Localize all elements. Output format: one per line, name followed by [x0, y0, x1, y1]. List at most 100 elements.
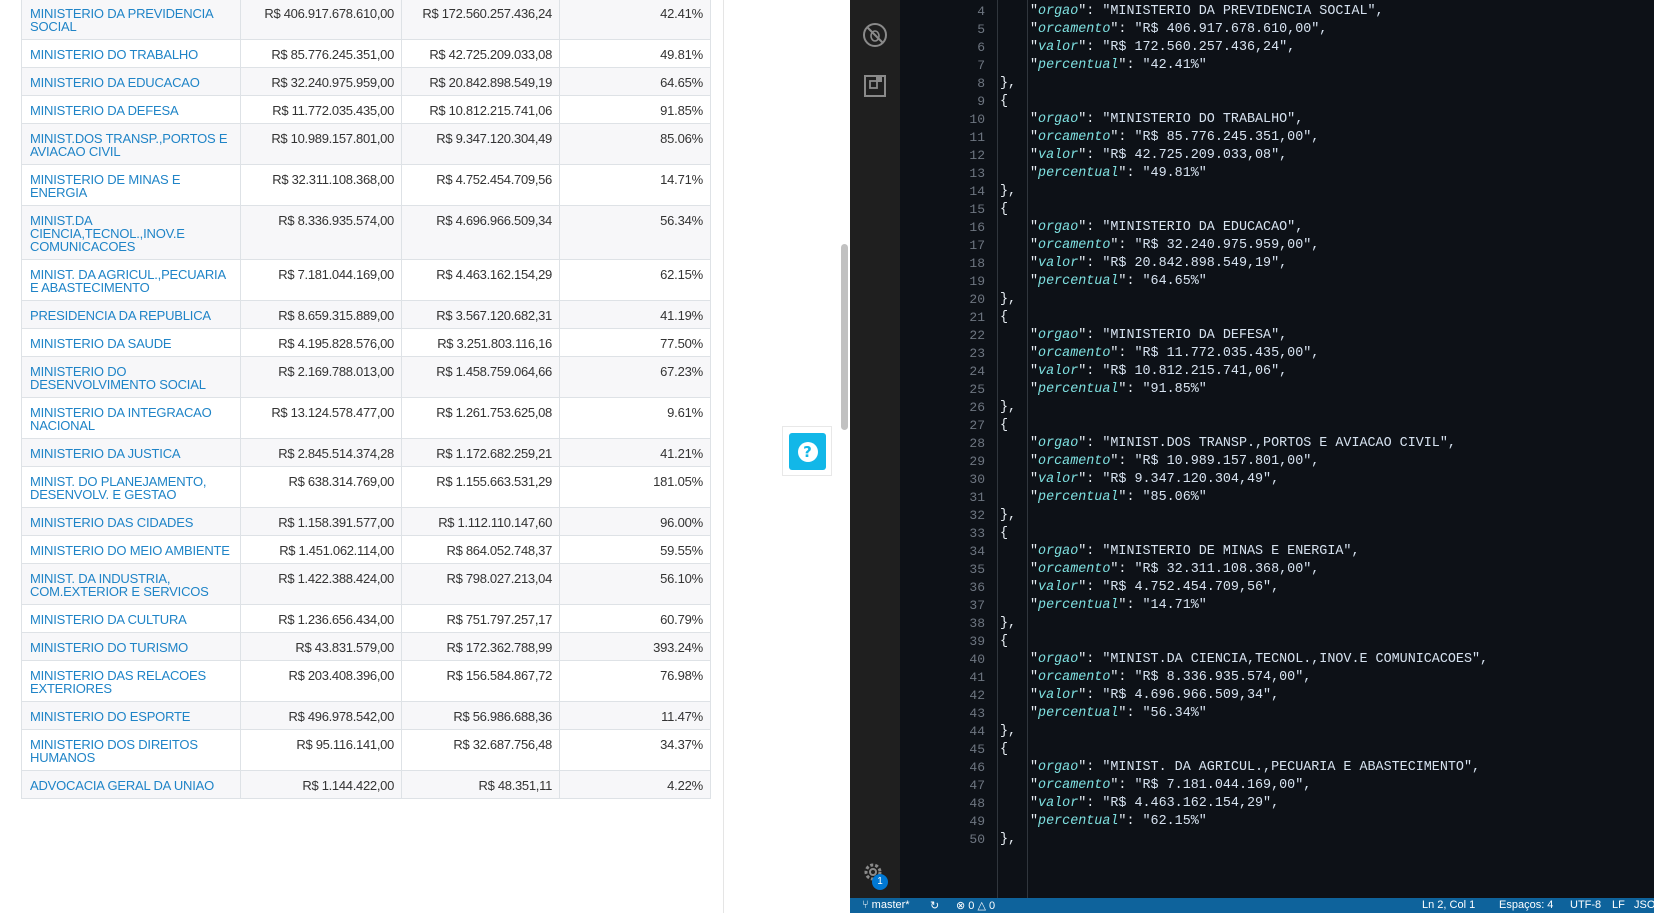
no-bug-icon[interactable] [862, 22, 888, 48]
line-number: 18 [969, 256, 985, 271]
orgao-link[interactable]: MINIST. DA INDUSTRIA, COM.EXTERIOR E SER… [22, 563, 241, 605]
code-line: "orgao": "MINISTERIO DE MINAS E ENERGIA"… [1030, 544, 1360, 559]
code-line: "valor": "R$ 172.560.257.436,24", [1030, 40, 1296, 55]
line-number: 35 [969, 562, 985, 577]
line-number: 43 [969, 706, 985, 721]
sync-icon[interactable]: ↻ [930, 899, 939, 912]
line-number: 15 [969, 202, 985, 217]
orgao-link[interactable]: MINIST. DA AGRICUL.,PECUARIA E ABASTECIM… [22, 259, 241, 301]
language-mode[interactable]: JSON [1634, 899, 1654, 911]
orgao-link[interactable]: MINIST. DO PLANEJAMENTO, DESENVOLV. E GE… [22, 466, 241, 508]
orcamento-cell: R$ 8.659.315.889,00 [240, 300, 402, 329]
line-number: 31 [969, 490, 985, 505]
json-key: orgao [1038, 760, 1079, 775]
code-line: "orgao": "MINISTERIO DA PREVIDENCIA SOCI… [1030, 4, 1384, 19]
line-number: 21 [969, 310, 985, 325]
json-key: orcamento [1038, 22, 1111, 37]
orgao-link[interactable]: MINISTERIO DA DEFESA [22, 95, 241, 124]
table-row: MINISTERIO DO TURISMO R$ 43.831.579,00 R$ … [22, 632, 710, 661]
json-key: orcamento [1038, 778, 1111, 793]
json-value: "R$ 406.917.678.610,00", [1134, 22, 1328, 37]
table-row: MINISTERIO DA DEFESA R$ 11.772.035.435,00… [22, 95, 710, 124]
code-line: { [1000, 418, 1008, 433]
code-line: "percentual": "42.41%" [1030, 58, 1207, 73]
json-key: orcamento [1038, 454, 1111, 469]
git-branch-icon: ⑂ [862, 899, 869, 911]
orgao-link[interactable]: MINISTERIO DO MEIO AMBIENTE [22, 535, 241, 564]
json-brace: { [1000, 526, 1009, 541]
table-row: MINISTERIO DAS RELACOES EXTERIORES R$ 203… [22, 660, 710, 702]
code-line: "orgao": "MINIST.DA CIENCIA,TECNOL.,INOV… [1030, 652, 1489, 667]
code-area[interactable]: "orgao": "MINISTERIO DA PREVIDENCIA SOCI… [995, 0, 1654, 898]
json-value: "R$ 4.752.454.709,56", [1102, 580, 1280, 595]
help-button[interactable]: ? [789, 433, 826, 470]
code-line: "orcamento": "R$ 32.240.975.959,00", [1030, 238, 1320, 253]
orgao-link[interactable]: MINISTERIO DA EDUCACAO [22, 67, 241, 96]
code-line: "valor": "R$ 4.696.966.509,34", [1030, 688, 1280, 703]
table-row: MINISTERIO DE MINAS E ENERGIA R$ 32.311.1… [22, 164, 710, 206]
percentual-cell: 76.98% [559, 660, 710, 702]
orgao-link[interactable]: MINISTERIO DA INTEGRACAO NACIONAL [22, 397, 241, 439]
orgao-link[interactable]: MINIST.DOS TRANSP.,PORTOS E AVIACAO CIVI… [22, 123, 241, 165]
orcamento-cell: R$ 11.772.035.435,00 [240, 95, 402, 124]
code-line: }, [1000, 724, 1016, 739]
orgao-link[interactable]: MINISTERIO DA JUSTICA [22, 438, 241, 467]
budget-table-body: MINISTERIO DA PREVIDENCIA SOCIAL R$ 406.9… [22, 0, 710, 799]
end-of-line[interactable]: LF [1612, 899, 1625, 911]
code-line: { [1000, 526, 1008, 541]
orgao-link[interactable]: MINISTERIO DE MINAS E ENERGIA [22, 164, 241, 206]
line-number: 20 [969, 292, 985, 307]
line-number: 27 [969, 418, 985, 433]
orgao-link[interactable]: MINISTERIO DAS CIDADES [22, 507, 241, 536]
orgao-link[interactable]: MINISTERIO DO TURISMO [22, 632, 241, 661]
orgao-link[interactable]: MINIST.DA CIENCIA,TECNOL.,INOV.E COMUNIC… [22, 205, 241, 260]
notification-badge: 1 [872, 874, 888, 890]
percentual-cell: 60.79% [559, 604, 710, 633]
line-number: 48 [969, 796, 985, 811]
json-value: "MINISTERIO DE MINAS E ENERGIA", [1102, 544, 1360, 559]
orgao-link[interactable]: MINISTERIO DA CULTURA [22, 604, 241, 633]
code-line: "percentual": "85.06%" [1030, 490, 1207, 505]
status-bar: ⑂ master* ↻ ⊗ 0 △ 0 Ln 2, Col 1 Espaços:… [850, 898, 1654, 913]
orgao-link[interactable]: MINISTERIO DO TRABALHO [22, 39, 241, 68]
indent-guide [997, 0, 998, 898]
code-line: { [1000, 634, 1008, 649]
json-value: "R$ 10.812.215.741,06", [1102, 364, 1288, 379]
table-row: MINISTERIO DAS CIDADES R$ 1.158.391.577,0… [22, 507, 710, 536]
line-number: 38 [969, 616, 985, 631]
orgao-link[interactable]: MINISTERIO DAS RELACOES EXTERIORES [22, 660, 241, 702]
code-line: }, [1000, 508, 1016, 523]
json-key: percentual [1038, 382, 1119, 397]
extensions-icon[interactable] [862, 73, 888, 99]
line-number: 6 [977, 40, 985, 55]
valor-cell: R$ 1.172.682.259,21 [401, 438, 560, 467]
line-number: 32 [969, 508, 985, 523]
cursor-position[interactable]: Ln 2, Col 1 [1422, 899, 1475, 911]
json-value: "MINIST.DA CIENCIA,TECNOL.,INOV.E COMUNI… [1102, 652, 1489, 667]
orgao-link[interactable]: MINISTERIO DOS DIREITOS HUMANOS [22, 729, 241, 771]
orcamento-cell: R$ 43.831.579,00 [240, 632, 402, 661]
valor-cell: R$ 798.027.213,04 [401, 563, 560, 605]
encoding[interactable]: UTF-8 [1570, 899, 1601, 911]
json-value: "R$ 85.776.245.351,00", [1134, 130, 1320, 145]
orgao-link[interactable]: PRESIDENCIA DA REPUBLICA [22, 300, 241, 329]
orgao-link[interactable]: MINISTERIO DO ESPORTE [22, 701, 241, 730]
json-value: "R$ 20.842.898.549,19", [1102, 256, 1288, 271]
json-value: "R$ 10.989.157.801,00", [1134, 454, 1320, 469]
branch-indicator[interactable]: ⑂ master* [862, 899, 910, 911]
code-line: "orgao": "MINIST. DA AGRICUL.,PECUARIA E… [1030, 760, 1481, 775]
orgao-link[interactable]: MINISTERIO DO DESENVOLVIMENTO SOCIAL [22, 356, 241, 398]
orgao-link[interactable]: MINISTERIO DA SAUDE [22, 328, 241, 357]
json-brace: { [1000, 310, 1009, 325]
percentual-cell: 62.15% [559, 259, 710, 301]
json-key: orgao [1038, 4, 1079, 19]
page-scrollbar-thumb[interactable] [841, 244, 848, 430]
code-line: "percentual": "91.85%" [1030, 382, 1207, 397]
orgao-link[interactable]: MINISTERIO DA PREVIDENCIA SOCIAL [22, 0, 241, 40]
json-value: "42.41%" [1142, 58, 1207, 73]
page-scrollbar[interactable] [836, 0, 850, 913]
orgao-link[interactable]: ADVOCACIA GERAL DA UNIAO [22, 770, 241, 799]
problems-indicator[interactable]: ⊗ 0 △ 0 [956, 899, 995, 912]
indentation[interactable]: Espaços: 4 [1499, 899, 1553, 911]
table-row: ADVOCACIA GERAL DA UNIAO R$ 1.144.422,00 R… [22, 770, 710, 799]
